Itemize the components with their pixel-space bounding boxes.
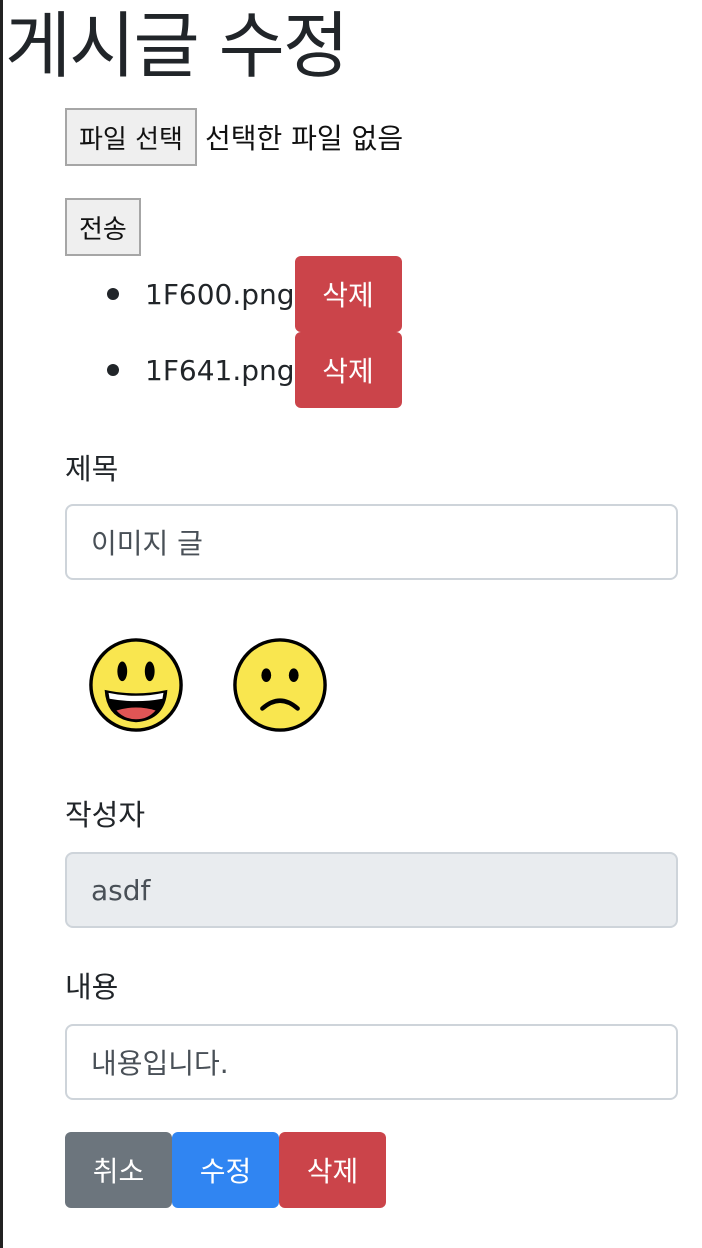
title-label: 제목 [65, 452, 119, 486]
author-input: asdf [65, 852, 678, 928]
submit-row: 전송 [65, 198, 141, 256]
delete-attachment-button[interactable]: 삭제 [294, 256, 402, 332]
edit-post-page: 게시글 수정 파일 선택 선택한 파일 없음 전송 1F600.png 삭제 1… [0, 0, 702, 1248]
attachment-list: 1F600.png 삭제 1F641.png 삭제 [107, 256, 402, 408]
choose-file-button[interactable]: 파일 선택 [65, 108, 197, 166]
frowning-face-icon [233, 638, 327, 732]
delete-post-button[interactable]: 삭제 [279, 1132, 386, 1208]
content-label: 내용 [65, 970, 119, 1004]
grinning-face-icon [89, 638, 183, 732]
image-preview-row [87, 636, 329, 734]
cancel-button[interactable]: 취소 [65, 1132, 172, 1208]
title-input[interactable]: 이미지 글 [65, 504, 678, 580]
form-actions: 취소 수정 삭제 [65, 1132, 386, 1208]
edit-button[interactable]: 수정 [172, 1132, 279, 1208]
content-input[interactable]: 내용입니다. [65, 1024, 678, 1100]
file-input: 파일 선택 선택한 파일 없음 [65, 108, 403, 166]
attachment-name: 1F641.png [145, 353, 295, 387]
attachment-item: 1F641.png 삭제 [107, 332, 402, 408]
list-bullet [107, 288, 119, 300]
delete-attachment-button[interactable]: 삭제 [294, 332, 402, 408]
attachment-item: 1F600.png 삭제 [107, 256, 402, 332]
list-bullet [107, 364, 119, 376]
page-title: 게시글 수정 [5, 4, 349, 88]
file-status-text: 선택한 파일 없음 [204, 122, 404, 155]
author-label: 작성자 [65, 798, 146, 832]
attachment-name: 1F600.png [145, 277, 295, 311]
upload-submit-button[interactable]: 전송 [65, 198, 141, 256]
